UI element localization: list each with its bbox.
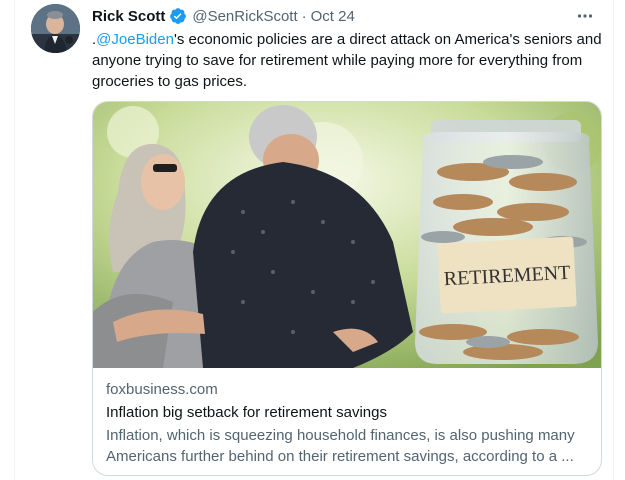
tweet[interactable]: Rick Scott @SenRickScott · Oct 24 .@JoeB… [14, 0, 614, 480]
link-card[interactable]: RETIREMENT foxbusiness.com Inflation big… [92, 101, 602, 476]
avatar[interactable] [31, 4, 80, 53]
author-name[interactable]: Rick Scott [92, 8, 165, 25]
separator-dot: · [301, 7, 307, 25]
card-description: Inflation, which is squeezing household … [106, 427, 575, 465]
avatar-image [31, 4, 80, 53]
card-title: Inflation big setback for retirement sav… [106, 404, 387, 421]
card-image[interactable]: RETIREMENT [93, 102, 602, 368]
card-domain: foxbusiness.com [106, 381, 218, 398]
verified-badge-icon [169, 7, 187, 25]
tweet-date[interactable]: Oct 24 [311, 8, 355, 25]
author-handle[interactable]: @SenRickScott [192, 8, 297, 25]
mention-link[interactable]: @JoeBiden [96, 31, 174, 48]
card-body: foxbusiness.com Inflation big setback fo… [106, 380, 590, 467]
more-options-icon[interactable] [575, 6, 595, 26]
tweet-header: Rick Scott @SenRickScott · Oct 24 [92, 6, 355, 26]
tweet-text: .@JoeBiden's economic policies are a dir… [92, 29, 607, 92]
